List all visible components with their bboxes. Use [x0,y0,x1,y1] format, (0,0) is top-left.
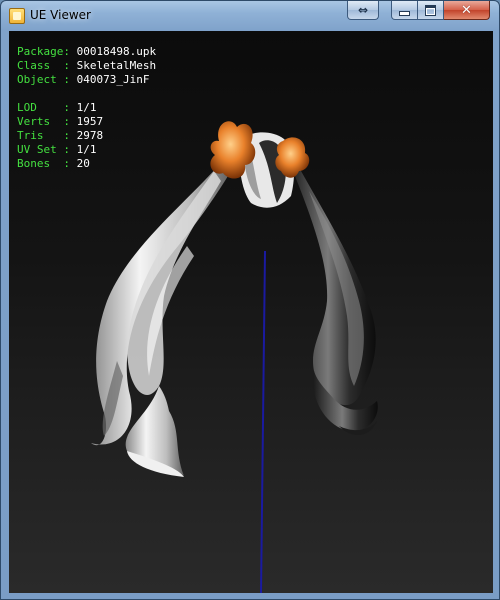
close-button[interactable]: ✕ [444,1,490,20]
swap-button[interactable]: ⇔ [347,1,379,20]
info-bones: Bones : 20 [17,157,90,170]
maximize-button[interactable] [418,1,444,20]
info-lod: LOD : 1/1 [17,101,97,114]
right-hair-tail [289,161,378,436]
info-class: Class : SkeletalMesh [17,59,157,72]
info-tris: Tris : 2978 [17,129,104,142]
double-arrow-icon: ⇔ [357,3,369,17]
info-uvset: UV Set : 1/1 [17,143,97,156]
maximize-icon [425,4,436,16]
minimize-button[interactable] [391,1,418,20]
mesh-info-panel: Package: 00018498.upk Class : SkeletalMe… [17,45,156,171]
info-object: Object : 040073_JinF [17,73,150,86]
title-bar[interactable]: UE Viewer ⇔ ✕ [1,1,499,31]
app-icon [9,8,25,24]
minimize-icon [399,10,410,16]
info-verts: Verts : 1957 [17,115,104,128]
3d-viewport[interactable]: Package: 00018498.upk Class : SkeletalMe… [9,31,493,593]
axis-line [260,250,266,593]
left-hair-tail [91,159,231,477]
app-window: UE Viewer ⇔ ✕ Package: 00018498.upk Clas… [0,0,500,600]
info-package: Package: 00018498.upk [17,45,157,58]
close-icon: ✕ [461,2,472,18]
window-title: UE Viewer [30,8,91,22]
